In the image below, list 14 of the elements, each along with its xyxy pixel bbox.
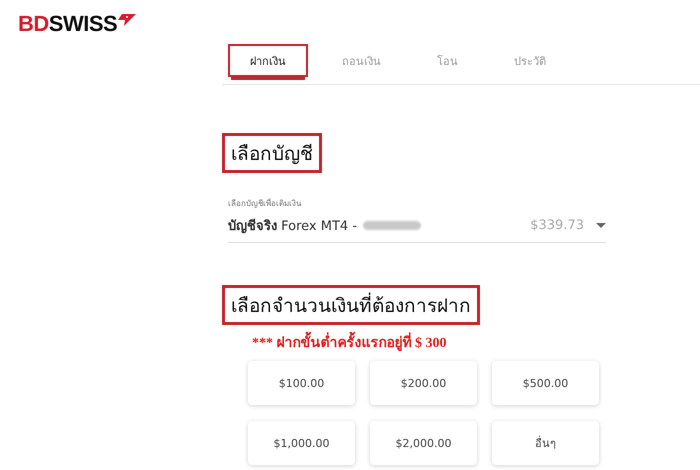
flag-icon xyxy=(118,14,136,26)
section-heading: เลือกบัญชี xyxy=(222,133,322,173)
amount-option[interactable]: $2,000.00 xyxy=(370,421,477,465)
amount-option[interactable]: $500.00 xyxy=(492,361,599,405)
account-select[interactable]: เลือกบัญชีเพื่อเติมเงิน บัญชีจริง Forex MT4 - $339.73 xyxy=(228,197,606,243)
amount-option[interactable]: $1,000.00 xyxy=(248,421,355,465)
amount-option[interactable]: $200.00 xyxy=(370,361,477,405)
tab[interactable]: ฝากเงิน xyxy=(228,44,308,77)
minimum-deposit-note: *** ฝากขั้นต่ำครั้งแรกอยู่ที่ $ 300 xyxy=(252,331,700,353)
amount-option[interactable]: อื่นๆ xyxy=(492,421,599,465)
logo-text: BDSWISS xyxy=(18,12,118,36)
section-heading: เลือกจำนวนเงินที่ต้องการฝาก xyxy=(222,285,480,325)
caret-icon xyxy=(596,222,606,228)
amount-option[interactable]: $100.00 xyxy=(248,361,355,405)
